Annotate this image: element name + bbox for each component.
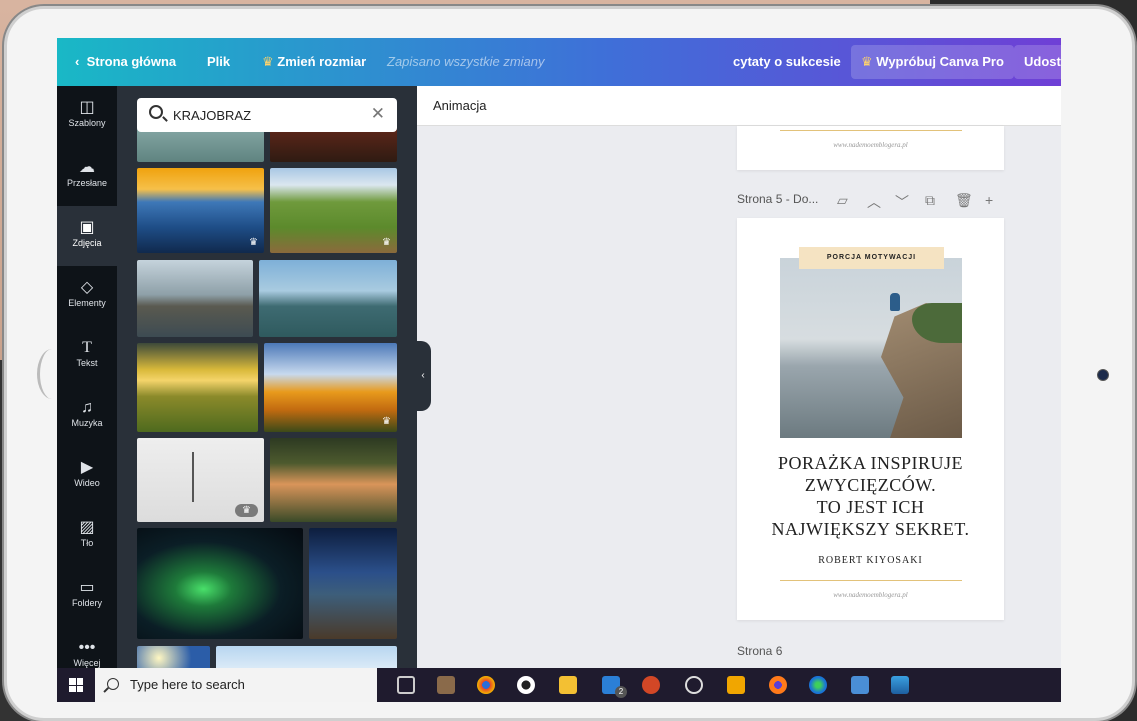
note-icon[interactable]: ▱ — [837, 192, 848, 209]
cliff-photo[interactable] — [780, 258, 962, 438]
duplicate-icon[interactable]: ⧉ — [925, 192, 935, 209]
sidebar: ◫ Szablony ☁ Przesłane ▣ Zdjęcia ◇ Eleme… — [57, 86, 117, 668]
chevron-left-icon: ‹ — [75, 54, 80, 69]
text-icon: T — [82, 339, 92, 356]
edge-icon[interactable] — [809, 676, 827, 694]
photo-thumbnail[interactable]: ♛ — [270, 168, 397, 253]
website-text: www.nademoemblogera.pl — [833, 591, 908, 599]
website-text: www.nademoemblogera.pl — [833, 141, 908, 149]
taskbar-search[interactable]: Type here to search — [95, 668, 377, 702]
upload-cloud-icon: ☁ — [79, 159, 95, 176]
obs-icon[interactable] — [517, 676, 535, 694]
crown-icon: ♛ — [235, 504, 258, 517]
person-figure — [890, 293, 900, 311]
quote-text[interactable]: PORAŻKA INSPIRUJE ZWYCIĘZCÓW. TO JEST IC… — [737, 452, 1004, 540]
windows-start-icon[interactable] — [69, 678, 83, 692]
crown-icon: ♛ — [249, 237, 258, 248]
back-home-button[interactable]: ‹ Strona główna — [75, 54, 176, 69]
chevron-down-icon[interactable]: ﹀ — [895, 192, 909, 212]
photos-app-icon[interactable] — [891, 676, 909, 694]
photo-thumbnail[interactable] — [259, 260, 397, 337]
sidebar-item-templates[interactable]: ◫ Szablony — [57, 86, 117, 146]
music-icon: ♫ — [81, 399, 93, 416]
app-icon[interactable] — [851, 676, 869, 694]
add-page-icon[interactable]: + — [985, 192, 993, 208]
taskbar: Type here to search 2 — [57, 668, 1061, 702]
trash-icon[interactable]: 🗑 — [955, 192, 973, 209]
crown-icon: ♛ — [382, 237, 391, 248]
page-4-preview[interactable]: www.nademoemblogera.pl — [737, 126, 1004, 170]
divider — [780, 580, 962, 581]
sidebar-item-text[interactable]: T Tekst — [57, 326, 117, 386]
sidebar-item-photos[interactable]: ▣ Zdjęcia — [57, 206, 117, 266]
screen: ‹ Strona główna Plik ♛ Zmień rozmiar Zap… — [57, 38, 1061, 702]
sidebar-item-folders[interactable]: ▭ Foldery — [57, 566, 117, 626]
crown-icon: ♛ — [262, 54, 274, 69]
firefox-icon[interactable] — [769, 676, 787, 694]
animation-button[interactable]: Animacja — [433, 98, 486, 113]
chrome-icon[interactable] — [477, 676, 495, 694]
crown-icon: ♛ — [382, 416, 391, 427]
resize-button[interactable]: ♛ Zmień rozmiar — [262, 54, 366, 70]
tablet-camera — [1097, 369, 1109, 381]
photo-thumbnail[interactable] — [137, 646, 210, 668]
quote-author[interactable]: ROBERT KIYOSAKI — [737, 555, 1004, 566]
app-icon[interactable] — [685, 676, 703, 694]
photo-thumbnail[interactable]: ♛ — [137, 438, 264, 522]
photo-thumbnail[interactable] — [137, 528, 303, 639]
search-input[interactable] — [173, 105, 363, 125]
template-icon: ◫ — [79, 99, 95, 116]
tag-label[interactable]: PORCJA MOTYWACJI — [799, 247, 944, 269]
sidebar-item-background[interactable]: ▨ Tło — [57, 506, 117, 566]
clear-search-icon[interactable]: ✕ — [371, 104, 385, 124]
editor-toolbar: Animacja — [417, 86, 1061, 126]
crown-icon: ♛ — [861, 54, 873, 69]
photo-thumbnail[interactable]: ♛ — [137, 168, 264, 253]
image-icon: ▣ — [79, 219, 95, 236]
design-page[interactable]: PORCJA MOTYWACJI PORAŻKA INSPIRUJE ZWYCI… — [737, 218, 1004, 620]
file-menu[interactable]: Plik — [207, 54, 230, 69]
share-button[interactable]: Udoste — [1014, 45, 1061, 79]
more-icon: ••• — [78, 639, 96, 656]
task-view-icon[interactable] — [397, 676, 415, 694]
photo-search-box: ✕ — [137, 98, 397, 132]
page-header: Strona 5 - Do... ▱ ︿ ﹀ ⧉ 🗑 + — [737, 192, 1027, 214]
app-icon[interactable] — [437, 676, 455, 694]
sidebar-item-video[interactable]: ▶ Wideo — [57, 446, 117, 506]
divider — [780, 130, 962, 131]
try-canva-pro-button[interactable]: ♛ Wypróbuj Canva Pro — [851, 45, 1014, 79]
sidebar-item-uploads[interactable]: ☁ Przesłane — [57, 146, 117, 206]
collapse-panel-button[interactable]: ‹ — [415, 341, 431, 411]
top-bar: ‹ Strona główna Plik ♛ Zmień rozmiar Zap… — [57, 38, 1061, 86]
photo-thumbnail[interactable] — [270, 438, 397, 522]
page-label: Strona 6 — [737, 644, 783, 658]
chevron-up-icon[interactable]: ︿ — [867, 192, 881, 212]
search-icon — [149, 105, 163, 119]
page-label: Strona 5 - Do... — [737, 192, 819, 206]
powerpoint-icon[interactable] — [642, 676, 660, 694]
file-explorer-icon[interactable] — [727, 676, 745, 694]
sidebar-item-music[interactable]: ♫ Muzyka — [57, 386, 117, 446]
background-icon: ▨ — [79, 519, 95, 536]
chevron-left-icon: ‹ — [421, 370, 425, 381]
project-title[interactable]: cytaty o sukcesie — [733, 54, 841, 69]
search-icon — [107, 678, 119, 690]
store-icon[interactable] — [559, 676, 577, 694]
photo-thumbnail[interactable] — [309, 528, 397, 639]
shapes-icon: ◇ — [80, 279, 94, 296]
photo-thumbnail[interactable]: ♛ — [264, 343, 397, 432]
photo-thumbnail[interactable] — [137, 260, 253, 337]
saved-status: Zapisano wszystkie zmiany — [387, 54, 545, 69]
tree-shape — [192, 452, 210, 502]
mail-badge: 2 — [615, 686, 627, 698]
photo-thumbnail[interactable] — [216, 646, 397, 668]
photos-panel: ✕ ♛ ♛ ♛ ♛ — [117, 86, 417, 668]
sidebar-item-elements[interactable]: ◇ Elementy — [57, 266, 117, 326]
photo-thumbnail[interactable] — [137, 343, 258, 432]
video-icon: ▶ — [80, 459, 94, 476]
folder-icon: ▭ — [79, 579, 95, 596]
